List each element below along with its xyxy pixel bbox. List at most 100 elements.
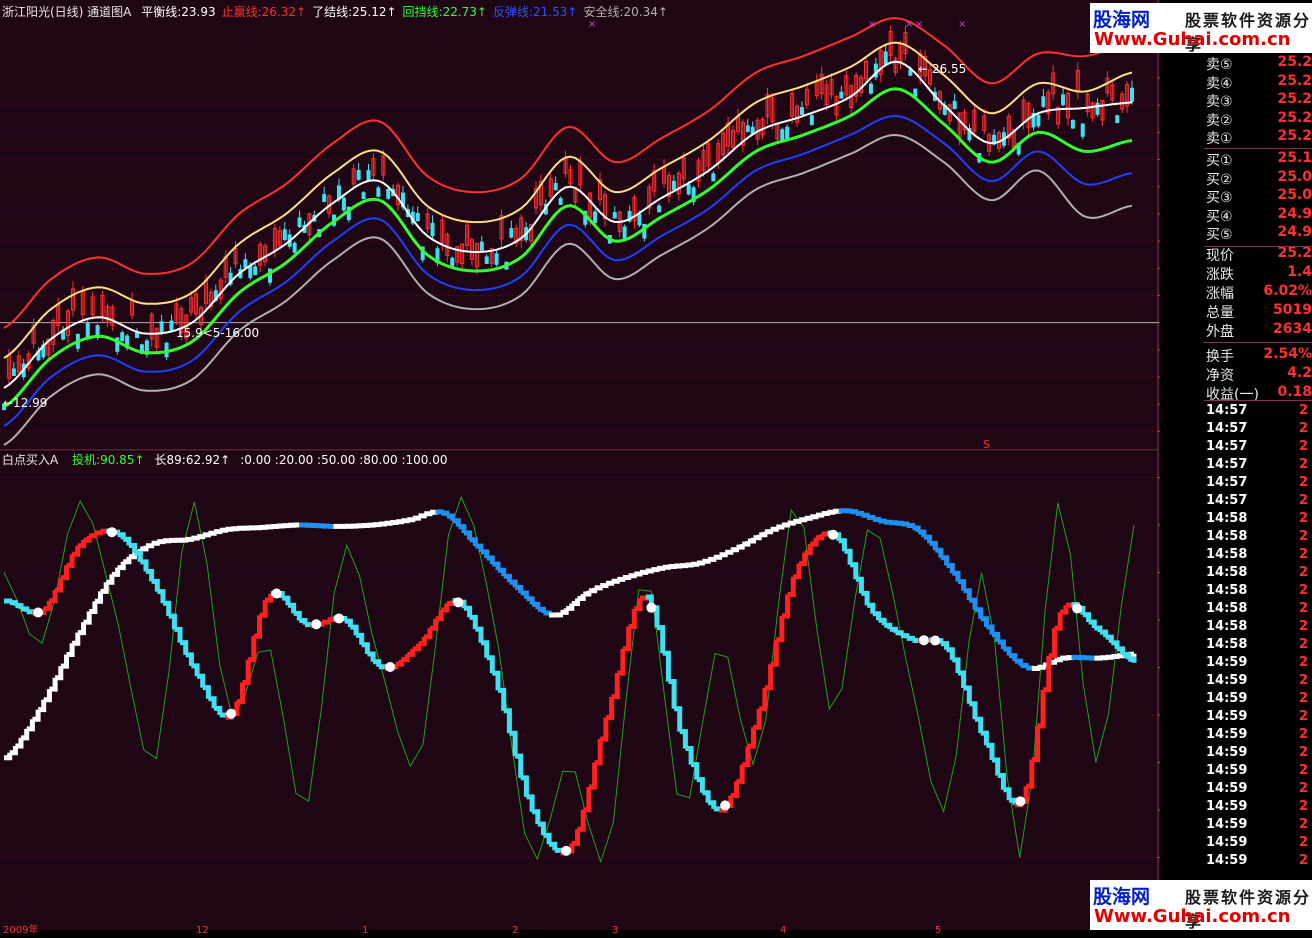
series-line-长89 <box>419 514 425 516</box>
series-line-长89 <box>271 526 277 527</box>
indicator-values: 投机:90.85↑长89:62.92↑:0.00 :20.00 :50.00 :… <box>62 453 447 467</box>
high-annotation: ← 26.55 <box>918 62 966 76</box>
series-line-长89 <box>1009 656 1015 662</box>
series-line-快线 <box>220 715 226 717</box>
series-line-长89 <box>884 522 890 523</box>
series-line-快线 <box>180 643 186 655</box>
series-line-长89 <box>788 521 794 523</box>
series-line-长89 <box>799 518 805 520</box>
series-line-快线 <box>685 749 691 765</box>
candle-body <box>781 130 784 140</box>
tick-row: 14:572 <box>1160 439 1312 457</box>
series-line-快线 <box>294 613 300 620</box>
series-line-快线 <box>21 609 27 612</box>
candle-body <box>170 321 173 330</box>
s-marker: S <box>983 438 990 452</box>
tick-value: 2 <box>1299 763 1308 778</box>
series-line-长89 <box>805 517 811 519</box>
series-line-长89 <box>793 520 799 522</box>
series-line-快线 <box>15 606 21 609</box>
indicator-title-bar: 白点买入A 投机:90.85↑长89:62.92↑:0.00 :20.00 :5… <box>2 453 447 467</box>
series-line-长89 <box>572 599 578 604</box>
tick-row: 14:572 <box>1160 475 1312 493</box>
row-label: 卖② <box>1206 110 1233 130</box>
tick-row: 14:582 <box>1160 547 1312 565</box>
series-line-长89 <box>78 622 84 633</box>
candle-body <box>293 243 296 252</box>
tick-row: 14:582 <box>1160 637 1312 655</box>
series-line-快线 <box>543 835 549 844</box>
series-line-长89 <box>850 512 856 514</box>
candle-body <box>283 230 286 240</box>
price-indicator-5: 安全线:20.34↑ <box>583 5 667 19</box>
candle-body <box>86 323 89 337</box>
row-value: 25.0 <box>1277 169 1312 185</box>
series-line-长89 <box>1015 661 1021 665</box>
series-line-回挡线 <box>4 89 1132 407</box>
price-indicator-4: 反弹线:21.53↑ <box>493 5 577 19</box>
series-line-长89 <box>913 528 919 532</box>
candle-body <box>869 84 872 93</box>
turn-dot <box>930 636 940 646</box>
row-value: 25.2 <box>1277 54 1312 70</box>
series-line-长89 <box>38 700 44 710</box>
turn-dot <box>828 530 838 540</box>
series-line-长89 <box>95 591 101 601</box>
series-line-快线 <box>169 616 175 629</box>
series-line-长89 <box>657 567 663 568</box>
series-line-快线 <box>402 654 408 659</box>
series-line-长89 <box>1020 665 1026 668</box>
series-line-快线 <box>861 593 867 605</box>
series-line-快线 <box>765 664 771 688</box>
quote-row: 换手2.54% <box>1160 346 1312 365</box>
series-line-长89 <box>55 666 61 678</box>
signal-marker: × <box>915 19 923 30</box>
row-label: 卖③ <box>1206 91 1233 111</box>
series-line-快线 <box>350 627 356 635</box>
panel-separator <box>1204 246 1312 247</box>
tick-time: 14:59 <box>1206 763 1247 778</box>
series-line-长89 <box>606 581 612 583</box>
series-line-快线 <box>680 732 686 749</box>
series-line-快线 <box>464 608 470 617</box>
tick-value: 2 <box>1299 799 1308 814</box>
series-line-快线 <box>1106 637 1112 643</box>
series-line-长89 <box>566 604 572 609</box>
series-line-长89 <box>901 524 907 526</box>
candle-body <box>613 213 616 218</box>
series-line-长89 <box>1055 658 1061 660</box>
series-line-长89 <box>1038 665 1044 667</box>
series-line-长89 <box>1026 668 1032 669</box>
tick-time: 14:58 <box>1206 583 1247 598</box>
series-line-快线 <box>282 598 288 605</box>
series-line-长89 <box>390 522 396 523</box>
candle-body <box>485 257 488 263</box>
series-line-长89 <box>742 541 748 544</box>
row-label: 现价 <box>1206 245 1234 265</box>
tick-time: 14:59 <box>1206 709 1247 724</box>
series-line-快线 <box>504 711 510 733</box>
series-line-长89 <box>816 514 822 516</box>
series-line-快线 <box>901 636 907 639</box>
sell-row: 卖③25.2 <box>1160 91 1312 110</box>
tick-time: 14:58 <box>1206 601 1247 616</box>
row-value: 2.54% <box>1263 346 1312 362</box>
row-label: 卖④ <box>1206 73 1233 93</box>
series-line-快线 <box>822 533 828 534</box>
series-line-快线 <box>617 649 623 673</box>
series-line-快线 <box>737 765 743 782</box>
tick-time: 14:59 <box>1206 727 1247 742</box>
tick-row: 14:582 <box>1160 565 1312 583</box>
row-value: 25.2 <box>1277 73 1312 89</box>
series-line-长89 <box>197 535 203 537</box>
series-line-长89 <box>833 511 839 512</box>
series-line-快线 <box>424 628 430 637</box>
series-line-快线 <box>174 629 180 642</box>
series-line-长89 <box>583 591 589 594</box>
chart-stage: 12.0013.0014.0015.0016.0017.0018.0019.00… <box>0 0 1312 936</box>
tick-time: 14:59 <box>1206 691 1247 706</box>
series-line-长89 <box>260 527 266 528</box>
price-indicator-1: 止赢线:26.32↑ <box>222 5 306 19</box>
row-label: 净资 <box>1206 365 1234 385</box>
tick-row: 14:582 <box>1160 619 1312 637</box>
